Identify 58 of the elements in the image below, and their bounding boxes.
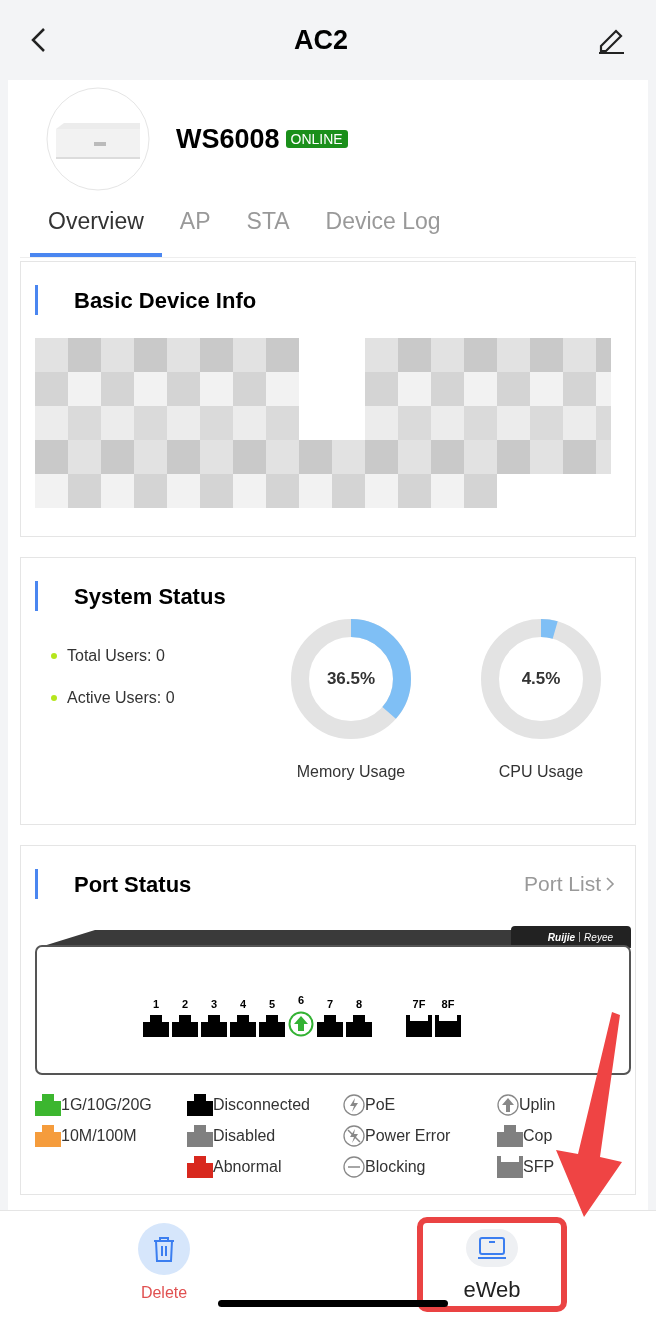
crossed-bolt-icon bbox=[343, 1125, 365, 1147]
stat-label: Active Users: 0 bbox=[67, 688, 175, 708]
card-title: Port Status bbox=[74, 870, 192, 899]
port-icon[interactable] bbox=[406, 1014, 432, 1037]
card-title: Basic Device Info bbox=[74, 286, 257, 315]
port-number: 6 bbox=[297, 993, 305, 1008]
device-model: WS6008 bbox=[176, 122, 280, 156]
stat-label: Total Users: 0 bbox=[67, 646, 165, 666]
eweb-button[interactable]: eWeb bbox=[417, 1217, 567, 1312]
legend-label: Disconnected bbox=[213, 1095, 310, 1115]
card-title: System Status bbox=[74, 582, 226, 611]
legend-label: PoE bbox=[365, 1095, 396, 1115]
legend-label: Cop bbox=[523, 1126, 553, 1146]
port-number: 8 bbox=[355, 997, 363, 1012]
brand-logo: Ruijie bbox=[547, 930, 576, 945]
port-number: 7F bbox=[412, 997, 426, 1012]
lightning-icon bbox=[343, 1094, 365, 1116]
port-icon[interactable] bbox=[172, 1014, 198, 1037]
back-icon[interactable] bbox=[30, 27, 46, 53]
port-icon[interactable] bbox=[317, 1014, 343, 1037]
port-number: 7 bbox=[326, 997, 334, 1012]
port-icon[interactable] bbox=[435, 1014, 461, 1037]
legend-label: Disabled bbox=[213, 1126, 276, 1146]
usage-value: 4.5% bbox=[521, 668, 561, 691]
usage-label: Memory Usage bbox=[296, 762, 406, 782]
tab[interactable]: AP bbox=[161, 190, 229, 257]
usage-label: CPU Usage bbox=[498, 762, 584, 782]
legend-label: 1G/10G/20G bbox=[61, 1095, 152, 1115]
port-icon[interactable] bbox=[201, 1014, 227, 1037]
minus-icon bbox=[343, 1156, 365, 1178]
port-icon[interactable] bbox=[230, 1014, 256, 1037]
legend-label: 10M/100M bbox=[61, 1126, 137, 1146]
port-number: 5 bbox=[268, 997, 276, 1012]
tab[interactable]: STA bbox=[228, 190, 308, 257]
port-number: 3 bbox=[210, 997, 218, 1012]
trash-icon bbox=[138, 1223, 190, 1275]
port-number: 2 bbox=[181, 997, 189, 1012]
port-list-link[interactable]: Port List bbox=[523, 868, 615, 900]
port-icon[interactable] bbox=[143, 1014, 169, 1037]
legend-label: Power Error bbox=[365, 1126, 451, 1146]
legend-label: SFP bbox=[523, 1157, 555, 1177]
status-badge: ONLINE bbox=[285, 130, 348, 148]
chevron-right-icon bbox=[605, 876, 615, 892]
legend-label: Abnormal bbox=[213, 1157, 282, 1177]
usage-value: 36.5% bbox=[326, 668, 376, 691]
page-title: AC2 bbox=[294, 23, 348, 57]
delete-button[interactable]: Delete bbox=[89, 1223, 239, 1318]
port-icon[interactable] bbox=[259, 1014, 285, 1037]
tab[interactable]: Overview bbox=[30, 190, 162, 257]
legend-label: Blocking bbox=[365, 1157, 426, 1177]
laptop-icon bbox=[466, 1229, 518, 1267]
brand-logo: Reyee bbox=[584, 930, 613, 945]
port-number: 1 bbox=[152, 997, 160, 1012]
tab[interactable]: Device Log bbox=[307, 190, 459, 257]
port-number: 8F bbox=[441, 997, 455, 1012]
port-icon[interactable] bbox=[346, 1014, 372, 1037]
legend-label: Uplin bbox=[519, 1095, 556, 1115]
port-number: 4 bbox=[239, 997, 247, 1012]
